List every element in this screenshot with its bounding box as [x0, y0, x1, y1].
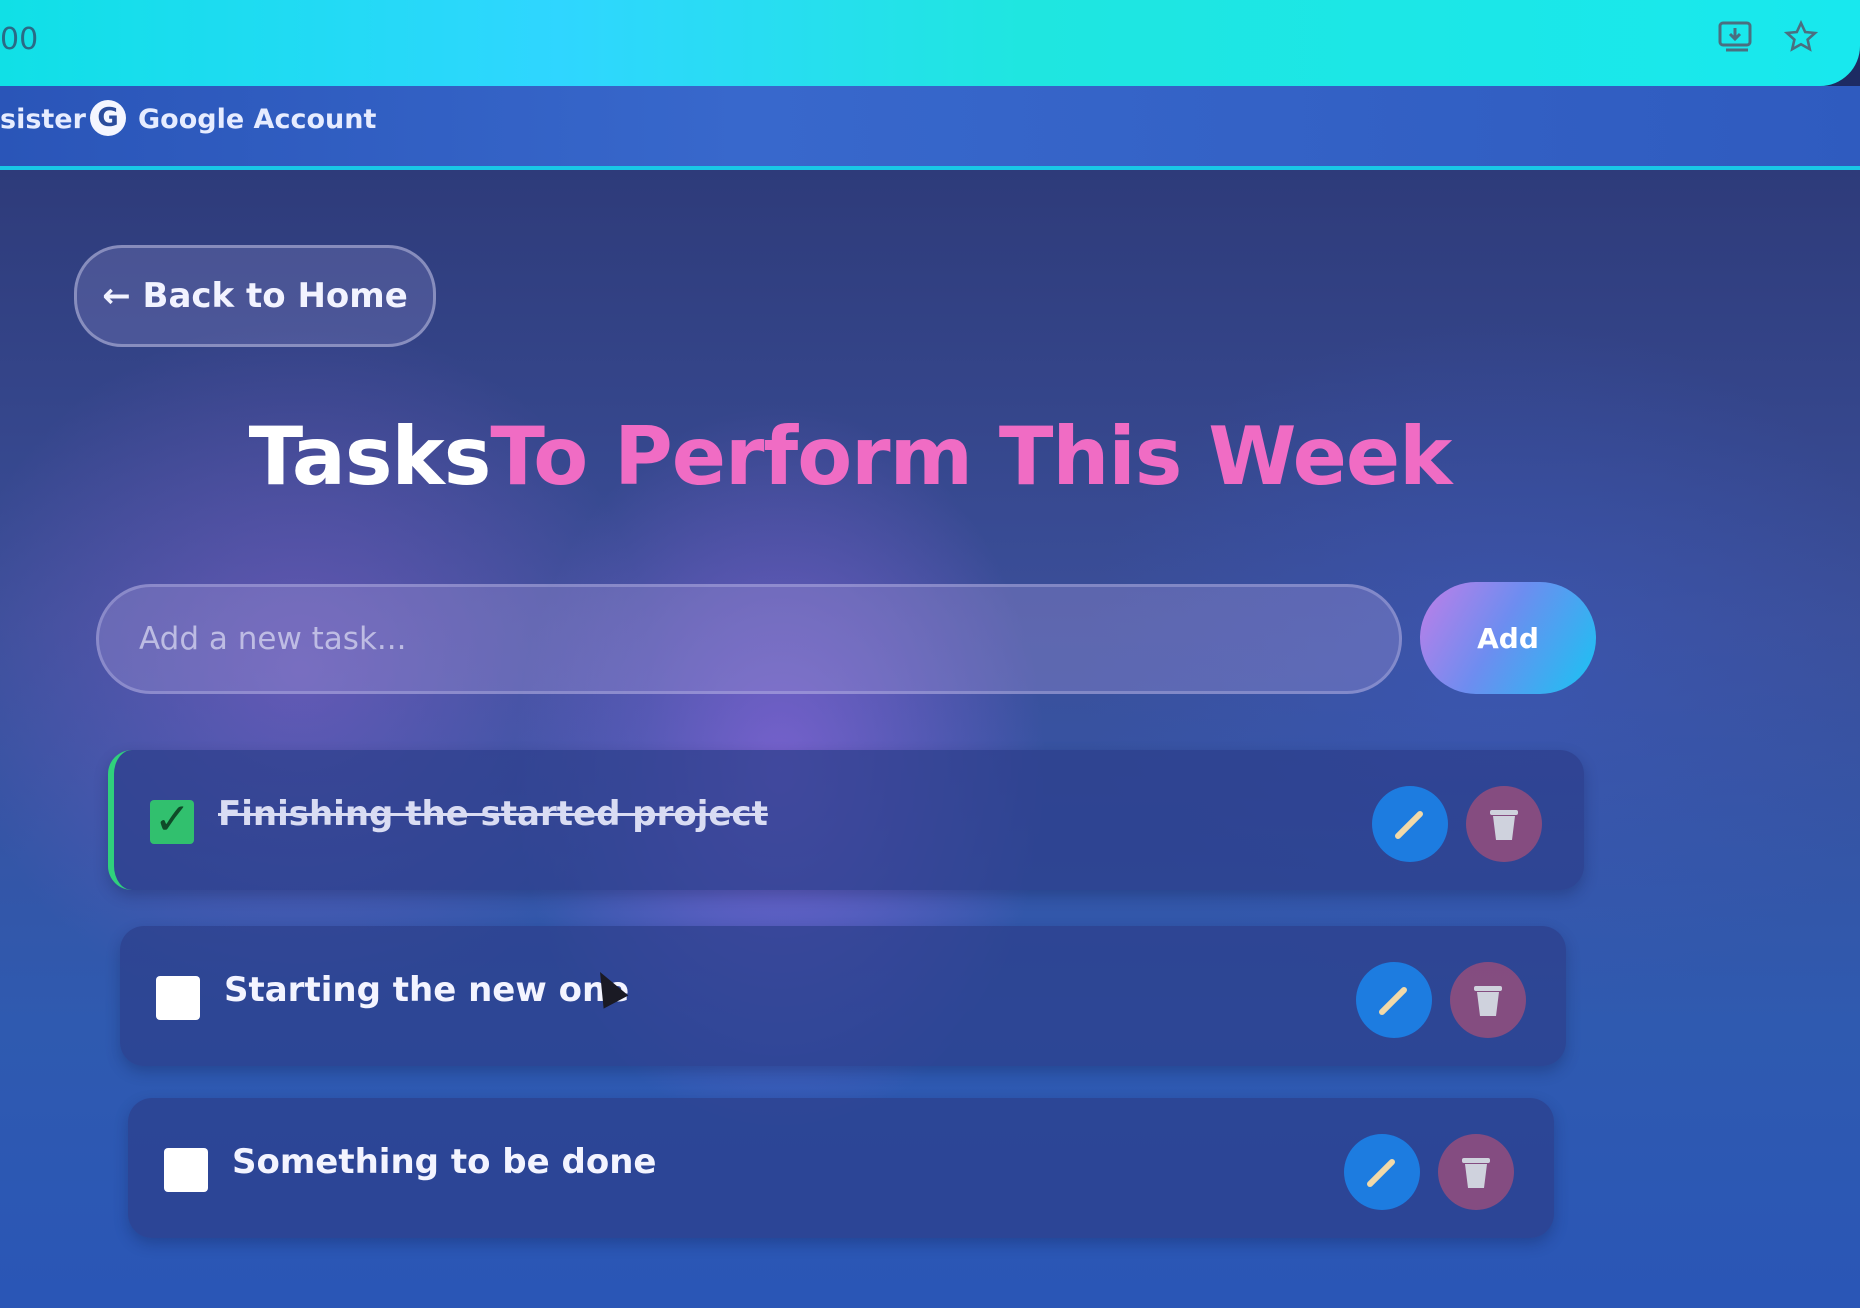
edit-button[interactable] [1356, 962, 1432, 1038]
delete-button[interactable] [1466, 786, 1542, 862]
delete-button[interactable] [1450, 962, 1526, 1038]
task-checkbox[interactable] [150, 794, 194, 845]
pencil-icon [1367, 1159, 1395, 1187]
new-task-input[interactable] [96, 584, 1402, 694]
bookmark-item[interactable]: sister [0, 104, 86, 135]
task-row: Starting the new one [120, 926, 1566, 1066]
pencil-icon [1379, 987, 1407, 1015]
task-checkbox[interactable] [156, 976, 200, 1020]
task-checkbox[interactable] [164, 1148, 208, 1192]
trash-icon [1490, 810, 1518, 840]
task-text: Something to be done [232, 1142, 657, 1182]
star-icon[interactable] [1783, 19, 1819, 63]
edit-button[interactable] [1344, 1134, 1420, 1210]
add-task-button[interactable]: Add [1420, 582, 1596, 694]
url-text[interactable]: 00 [0, 22, 38, 57]
task-text: Finishing the started project [218, 794, 768, 834]
trash-icon [1462, 1158, 1490, 1188]
install-app-icon[interactable] [1718, 20, 1756, 63]
pencil-icon [1395, 811, 1423, 839]
trash-icon [1474, 986, 1502, 1016]
title-tasks: Tasks [248, 410, 492, 503]
back-to-home-button[interactable]: ← Back to Home [74, 245, 436, 347]
google-icon: G [90, 100, 126, 136]
delete-button[interactable] [1438, 1134, 1514, 1210]
bookmarks-bar: sister Google Account [0, 86, 1860, 170]
browser-address-bar[interactable]: 00 [0, 0, 1860, 86]
task-row: Finishing the started project [108, 750, 1584, 890]
todo-page: ← Back to Home TasksTo Perform This Week… [0, 170, 1860, 1308]
task-text: Starting the new one [224, 970, 630, 1010]
title-week: To Perform This Week [490, 410, 1452, 503]
edit-button[interactable] [1372, 786, 1448, 862]
task-row: Something to be done [128, 1098, 1554, 1238]
page-title: TasksTo Perform This Week [0, 410, 1700, 503]
bookmark-item-google-account[interactable]: Google Account [138, 104, 376, 135]
